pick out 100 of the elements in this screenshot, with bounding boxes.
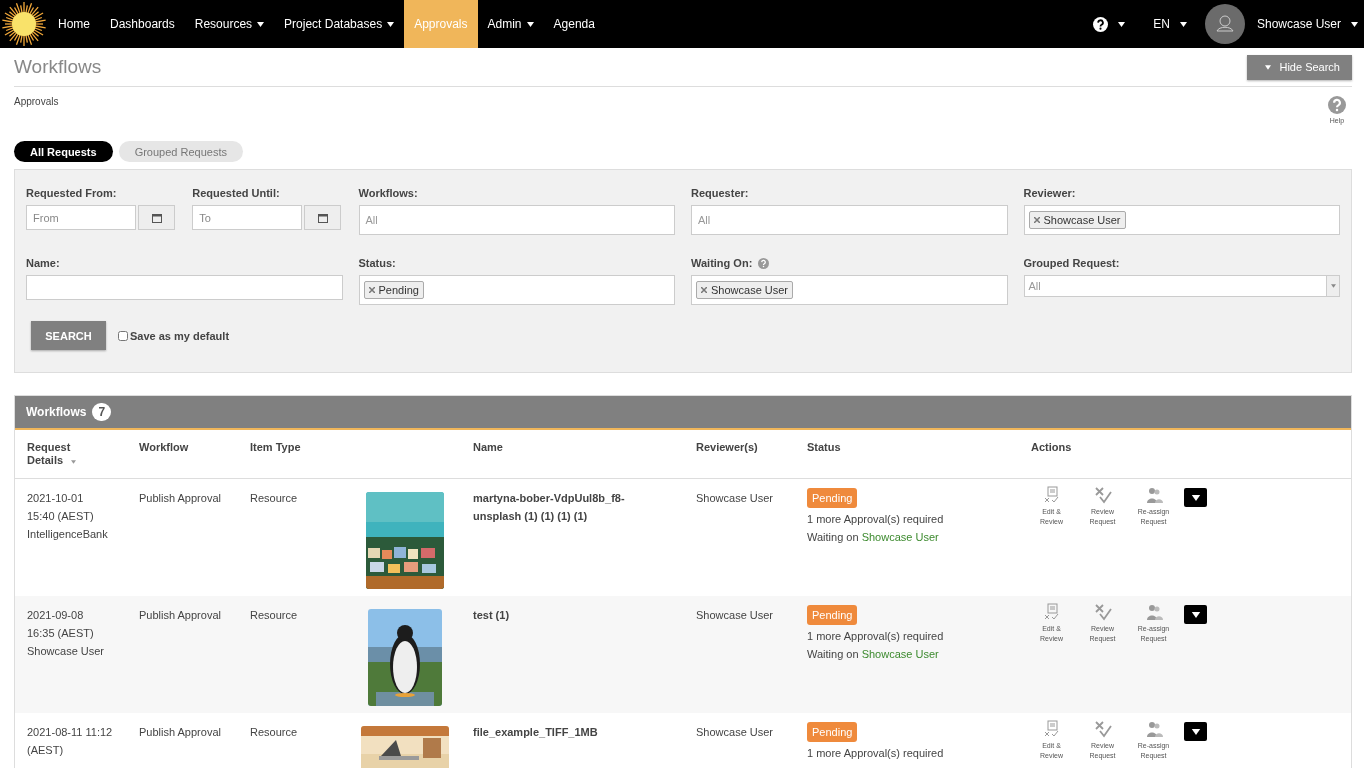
people-icon xyxy=(1144,603,1163,621)
waiting-on-text: Waiting on Showcase User xyxy=(807,531,939,544)
remove-icon[interactable] xyxy=(368,287,375,293)
filter-label: Requested Until: xyxy=(192,187,280,199)
nav-item[interactable]: Agenda xyxy=(543,0,605,48)
filter-label: Reviewer: xyxy=(1023,187,1076,199)
nav-item[interactable]: Home xyxy=(48,0,100,48)
tag-input-field[interactable]: Showcase User xyxy=(1023,205,1340,235)
more-menu-button[interactable] xyxy=(1184,488,1207,507)
filter-tag: Pending xyxy=(363,281,424,299)
more-menu-button[interactable] xyxy=(1184,722,1207,741)
filter-tag: Showcase User xyxy=(696,281,794,299)
calendar-icon xyxy=(151,212,162,223)
calendar-button[interactable] xyxy=(304,205,342,230)
filter-label: Requested From: xyxy=(26,187,117,199)
calendar-icon xyxy=(317,212,328,223)
column-header: Name xyxy=(473,441,504,454)
sort-icon xyxy=(71,460,77,464)
filter-label: Status: xyxy=(358,257,396,269)
user-link[interactable]: Showcase User xyxy=(861,531,939,543)
table-title: Workflows xyxy=(26,405,87,419)
request-detail: 2021-09-08 xyxy=(27,609,84,622)
caret-icon xyxy=(1179,21,1187,27)
count-badge: 7 xyxy=(92,403,112,421)
cross-check-icon xyxy=(1093,720,1112,738)
request-detail: 16:35 (AEST) xyxy=(27,627,94,640)
remove-icon[interactable] xyxy=(1033,217,1040,223)
people-icon xyxy=(1144,486,1163,504)
checkbox[interactable] xyxy=(118,330,128,341)
more-menu-button[interactable] xyxy=(1184,605,1207,624)
tab[interactable]: Grouped Requests xyxy=(118,141,243,162)
reviewer-cell: Showcase User xyxy=(696,492,774,505)
approval-note: 1 more Approval(s) required xyxy=(807,513,944,526)
filter-tag: Showcase User xyxy=(1028,211,1126,229)
help-icon xyxy=(1093,16,1109,32)
remove-icon[interactable] xyxy=(701,287,707,293)
approval-note: 1 more Approval(s) required xyxy=(807,630,944,643)
workflow-cell: Publish Approval xyxy=(139,492,221,505)
request-detail: IntelligenceBank xyxy=(27,528,108,541)
status-badge: Pending xyxy=(807,488,858,508)
request-detail: 15:40 (AEST) xyxy=(27,510,94,523)
caret-icon xyxy=(1190,611,1201,618)
date-field[interactable]: To xyxy=(192,205,303,230)
document-check-icon xyxy=(1042,486,1061,504)
caret-icon xyxy=(1265,64,1272,70)
item-type-cell: Resource xyxy=(250,726,298,739)
status-badge: Pending xyxy=(807,605,858,625)
filter-label: Requester: xyxy=(691,187,749,199)
nav-item[interactable]: Admin xyxy=(477,0,544,48)
waiting-on-text: Waiting on Showcase User xyxy=(807,648,939,661)
page-title: Workflows xyxy=(14,56,102,78)
caret-icon xyxy=(1351,21,1358,27)
people-icon xyxy=(1144,720,1163,738)
cross-check-icon xyxy=(1093,486,1112,504)
filter-label: Grouped Request: xyxy=(1023,257,1120,269)
name-field[interactable] xyxy=(26,275,343,300)
status-badge: Pending xyxy=(807,722,858,742)
nav-item[interactable]: Project Databases xyxy=(274,0,405,48)
column-header: Actions xyxy=(1031,441,1073,454)
item-type-cell: Resource xyxy=(250,609,298,622)
date-field[interactable]: From xyxy=(26,205,136,230)
checkbox-label: Save as my default xyxy=(130,329,230,342)
item-name: martyna-bober-VdpUul8b_f8-unsplash (1) (1) (1) (1) xyxy=(473,491,626,524)
hide-search-button[interactable]: Hide Search xyxy=(1247,54,1352,80)
language-menu[interactable]: EN xyxy=(1143,17,1197,31)
request-detail: Showcase User xyxy=(27,645,105,658)
reviewer-cell: Showcase User xyxy=(696,609,774,622)
workflow-cell: Publish Approval xyxy=(139,609,221,622)
nav-item[interactable]: Resources xyxy=(184,0,275,48)
nav-item[interactable]: Dashboards xyxy=(100,0,185,48)
column-header[interactable]: Request Details xyxy=(27,441,87,467)
calendar-button[interactable] xyxy=(138,205,175,230)
document-check-icon xyxy=(1042,603,1061,621)
filter-label: Workflows: xyxy=(358,187,418,199)
column-header: Status xyxy=(807,441,842,454)
avatar[interactable] xyxy=(1204,4,1245,44)
tag-input-field[interactable]: Showcase User xyxy=(691,275,1008,305)
user-menu[interactable]: Showcase User xyxy=(1252,17,1358,31)
user-link[interactable]: Showcase User xyxy=(861,648,939,660)
caret-icon xyxy=(1118,21,1126,27)
breadcrumb: Approvals xyxy=(14,96,59,109)
item-name: file_example_TIFF_1MB xyxy=(473,725,598,740)
approval-note: 1 more Approval(s) required xyxy=(807,747,944,760)
cross-check-icon xyxy=(1093,603,1112,621)
column-header: Reviewer(s) xyxy=(696,441,756,454)
reviewer-cell: Showcase User xyxy=(696,726,774,739)
filter-label: Name: xyxy=(26,257,60,269)
workflow-cell: Publish Approval xyxy=(139,726,221,739)
column-header: Item Type xyxy=(250,441,302,454)
filter-label: Waiting On: xyxy=(691,257,753,269)
caret-icon xyxy=(1190,728,1201,735)
tab[interactable]: All Requests xyxy=(14,141,113,162)
column-header: Workflow xyxy=(139,441,190,454)
request-detail: (AEST) xyxy=(27,744,64,757)
caret-icon xyxy=(1190,494,1201,501)
tag-input-field[interactable]: Pending xyxy=(358,275,675,305)
request-detail: 2021-08-11 11:12 xyxy=(27,726,113,739)
help-icon xyxy=(1328,96,1346,114)
search-button[interactable]: SEARCH xyxy=(31,321,106,350)
sun-logo[interactable] xyxy=(0,0,48,48)
